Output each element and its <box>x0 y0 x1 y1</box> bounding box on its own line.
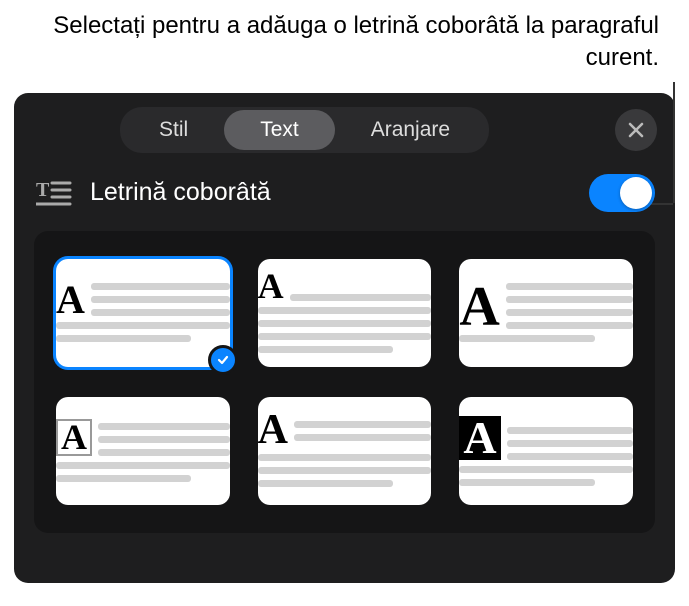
dropcap-section-icon: T <box>34 173 74 213</box>
text-line <box>258 346 393 353</box>
text-line <box>56 335 191 342</box>
dropcap-glyph: A <box>258 414 288 448</box>
text-line <box>98 423 230 430</box>
dropcap-box: A <box>56 419 92 456</box>
text-line <box>258 307 432 314</box>
text-line <box>294 421 431 428</box>
section-title: Letrină coborâtă <box>90 178 271 207</box>
dropcap-section-row: T Letrină coborâtă <box>14 167 675 231</box>
text-line <box>290 294 432 301</box>
text-line <box>258 454 432 461</box>
dropcap-style-5[interactable]: A <box>258 397 432 505</box>
dropcap-style-2[interactable]: A <box>258 259 432 367</box>
text-line <box>507 427 633 434</box>
text-line <box>506 296 633 303</box>
svg-text:T: T <box>36 179 50 201</box>
toggle-knob <box>620 177 652 209</box>
text-line <box>91 283 230 290</box>
dropcap-glyph: A <box>459 286 499 330</box>
dropcap-glyph: A <box>61 423 87 452</box>
text-line <box>459 466 633 473</box>
text-line <box>506 283 633 290</box>
text-line <box>506 322 633 329</box>
text-line <box>98 449 230 456</box>
dropcap-styles-container: A <box>34 231 655 533</box>
dropcap-toggle[interactable] <box>589 174 655 212</box>
tab-arrange[interactable]: Aranjare <box>335 110 486 150</box>
text-line <box>98 436 230 443</box>
panel-topbar: Stil Text Aranjare <box>14 93 675 167</box>
text-line <box>91 309 230 316</box>
text-line <box>507 453 633 460</box>
dropcap-glyph: A <box>56 284 85 316</box>
dropcap-style-4[interactable]: A <box>56 397 230 505</box>
text-line <box>459 479 594 486</box>
tab-text[interactable]: Text <box>224 110 335 150</box>
dropcap-style-1[interactable]: A <box>56 259 230 367</box>
checkmark-icon <box>216 353 230 367</box>
text-line <box>91 296 230 303</box>
text-line <box>459 335 594 342</box>
text-line <box>507 440 633 447</box>
callout-leader-line <box>673 82 675 203</box>
format-panel: Stil Text Aranjare T Letrină coborâtă <box>14 93 675 583</box>
dropcap-styles-grid: A <box>56 259 633 505</box>
tab-style[interactable]: Stil <box>123 110 224 150</box>
text-line <box>258 333 432 340</box>
callout-text: Selectați pentru a adăuga o letrină cobo… <box>53 12 659 71</box>
dropcap-glyph: A <box>258 272 284 301</box>
text-line <box>258 467 432 474</box>
text-line <box>258 480 393 487</box>
text-line <box>56 462 230 469</box>
dropcap-style-3[interactable]: A <box>459 259 633 367</box>
text-line <box>294 434 431 441</box>
text-line <box>56 322 230 329</box>
segmented-control: Stil Text Aranjare <box>120 107 489 153</box>
close-button[interactable] <box>615 109 657 151</box>
text-line <box>506 309 633 316</box>
dropcap-glyph: A <box>459 416 500 460</box>
close-icon <box>627 121 645 139</box>
callout-annotation: Selectați pentru a adăuga o letrină cobo… <box>0 0 689 85</box>
text-line <box>258 320 432 327</box>
dropcap-style-6[interactable]: A <box>459 397 633 505</box>
selected-badge <box>208 345 238 375</box>
text-line <box>56 475 191 482</box>
